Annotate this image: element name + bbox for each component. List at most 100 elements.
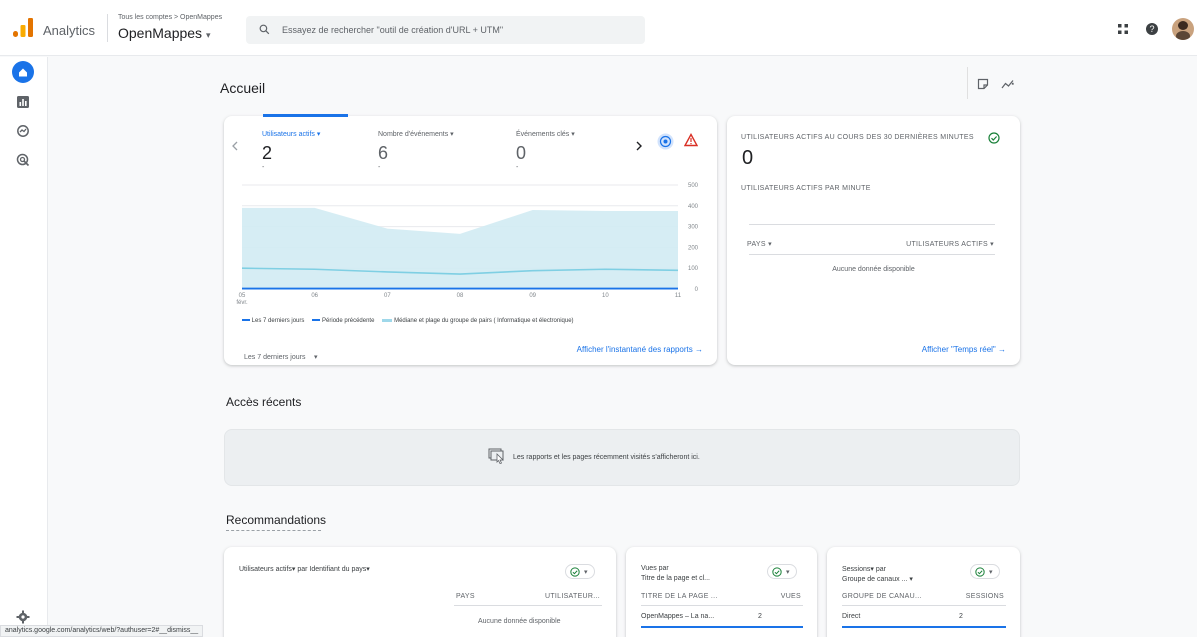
date-range-label: Les 7 derniers jours (244, 354, 306, 361)
metric-change: - (516, 164, 519, 171)
card-title-line2[interactable]: Groupe de canaux ... ▾ (842, 575, 913, 583)
divider (749, 224, 995, 225)
x-tick-label: 07 (384, 293, 391, 299)
overview-line-chart: 500 400 300 200 100 0 05 06 07 08 09 10 11 févr. (236, 183, 699, 306)
customize-card-icon[interactable] (977, 78, 989, 90)
chevron-down-icon: ▾ (313, 354, 318, 361)
recent-access-empty: Les rapports et les pages récemment visi… (224, 429, 1020, 486)
x-tick-label: 06 (311, 293, 318, 299)
view-reports-snapshot-link[interactable]: Afficher l'instantané des rapports → (577, 345, 703, 354)
metric-label: Nombre d'événements ▾ (378, 131, 454, 138)
metric-label: Événements clés ▾ (516, 131, 575, 138)
metric-change: - (262, 164, 265, 171)
section-title: Recommandations (226, 513, 327, 527)
y-tick-label: 200 (688, 245, 699, 251)
overview-card: Utilisateurs actifs ▾ 2 - Nombre d'événe… (224, 114, 717, 365)
nav-home[interactable] (12, 61, 34, 83)
table-cell-value: 2 (758, 613, 762, 620)
card-title-line2[interactable]: Titre de la page et cl... (641, 575, 710, 582)
avatar[interactable] (1172, 18, 1194, 40)
divider (749, 254, 995, 255)
legend-item: Les 7 derniers jours (242, 318, 304, 324)
apps-grid-icon[interactable] (1116, 22, 1130, 36)
metric-key-events[interactable]: Événements clés ▾ 0 - (516, 130, 626, 171)
chevron-down-icon: ▾ (786, 569, 790, 576)
rec-card-sessions-by-channel: Sessions▾ par Groupe de canaux ... ▾ ▾ G… (827, 547, 1020, 637)
status-chip[interactable]: ▾ (565, 564, 595, 579)
legend-swatch (312, 319, 321, 322)
chevron-down-icon: ▾ (205, 30, 211, 40)
advertising-icon[interactable] (16, 153, 30, 167)
card-title-line1[interactable]: Sessions▾ par (842, 565, 886, 573)
search-icon (259, 24, 270, 35)
card-title-line1[interactable]: Vues par (641, 565, 669, 572)
date-range-select[interactable]: Les 7 derniers jours ▾ (244, 346, 317, 364)
metric-value: 6 (378, 143, 389, 163)
view-realtime-link[interactable]: Afficher "Temps réel" → (922, 345, 1006, 354)
property-selector[interactable]: OpenMappes ▾ (118, 25, 210, 41)
divider (641, 605, 803, 606)
page-title: Accueil (220, 80, 266, 96)
divider (967, 67, 968, 99)
no-data-message: Aucune donnée disponible (832, 266, 915, 273)
x-tick-label: 10 (602, 293, 609, 299)
column-header: PAYS (456, 593, 475, 600)
reports-icon[interactable] (16, 95, 30, 109)
divider (454, 605, 602, 606)
metric-event-count[interactable]: Nombre d'événements ▾ 6 - (378, 130, 498, 171)
y-tick-label: 400 (688, 204, 699, 210)
warning-icon[interactable] (684, 133, 698, 147)
status-chip[interactable]: ▾ (767, 564, 797, 579)
chevron-down-icon: ▾ (584, 569, 588, 576)
value-bar (641, 626, 803, 628)
metric-change: - (378, 164, 381, 171)
chevron-right-icon[interactable] (635, 141, 643, 151)
y-tick-label: 100 (688, 266, 699, 272)
explore-icon[interactable] (16, 124, 30, 138)
column-header-country[interactable]: PAYS ▾ (747, 240, 772, 248)
check-circle-icon (570, 567, 580, 577)
column-header: TITRE DE LA PAGE ... (641, 593, 718, 600)
legend-item: Période précédente (312, 318, 374, 324)
card-title[interactable]: Utilisateurs actifs▾ par Identifiant du … (239, 565, 370, 573)
analytics-logo[interactable] (12, 18, 34, 38)
check-circle-icon[interactable] (988, 132, 1000, 144)
column-header-active-users[interactable]: UTILISATEURS ACTIFS ▾ (906, 240, 994, 248)
dotted-underline (226, 530, 321, 531)
chart-legend: Les 7 derniers jours Période précédente … (242, 318, 574, 324)
peer-range-band (242, 207, 678, 289)
realtime-card: UTILISATEURS ACTIFS AU COURS DES 30 DERN… (727, 116, 1020, 365)
search-input[interactable] (282, 16, 632, 44)
x-tick-month-label: févr. (236, 300, 248, 306)
check-circle-icon (975, 567, 985, 577)
account-breadcrumb[interactable]: Tous les comptes > OpenMappes (118, 14, 222, 21)
metric-value: 2 (262, 143, 273, 163)
chevron-down-icon: ▾ (989, 569, 993, 576)
help-icon[interactable]: ? (1145, 22, 1159, 36)
rec-card-views-by-page-title: Vues par Titre de la page et cl... ▾ TIT… (626, 547, 817, 637)
divider (107, 14, 108, 42)
realtime-title: UTILISATEURS ACTIFS AU COURS DES 30 DERN… (741, 134, 974, 141)
property-name: OpenMappes (118, 25, 203, 41)
chevron-left-icon[interactable] (231, 141, 239, 151)
table-cell-label: Direct (842, 613, 861, 620)
table-cell-value: 2 (959, 613, 963, 620)
legend-item: Médiane et plage du groupe de pairs ( In… (382, 318, 574, 324)
search-box[interactable] (246, 16, 645, 44)
top-app-bar: Analytics Tous les comptes > OpenMappes … (0, 0, 1197, 56)
metric-active-users[interactable]: Utilisateurs actifs ▾ 2 - (262, 130, 372, 171)
settings-gear-icon[interactable] (16, 610, 30, 624)
home-icon (19, 68, 27, 77)
metric-label: Utilisateurs actifs ▾ (262, 131, 321, 138)
insights-icon[interactable] (1001, 78, 1015, 90)
benchmark-icon[interactable] (657, 133, 674, 150)
svg-text:?: ? (1149, 24, 1154, 34)
realtime-value: 0 (742, 147, 754, 169)
app-name: Analytics (43, 23, 96, 38)
table-cell-label: OpenMappes – La na... (641, 613, 715, 620)
no-data-message: Aucune donnée disponible (478, 618, 561, 625)
column-header: SESSIONS (965, 593, 1004, 600)
status-chip[interactable]: ▾ (970, 564, 1000, 579)
cursor-pages-icon (488, 448, 504, 464)
column-header: UTILISATEUR... (544, 593, 600, 600)
